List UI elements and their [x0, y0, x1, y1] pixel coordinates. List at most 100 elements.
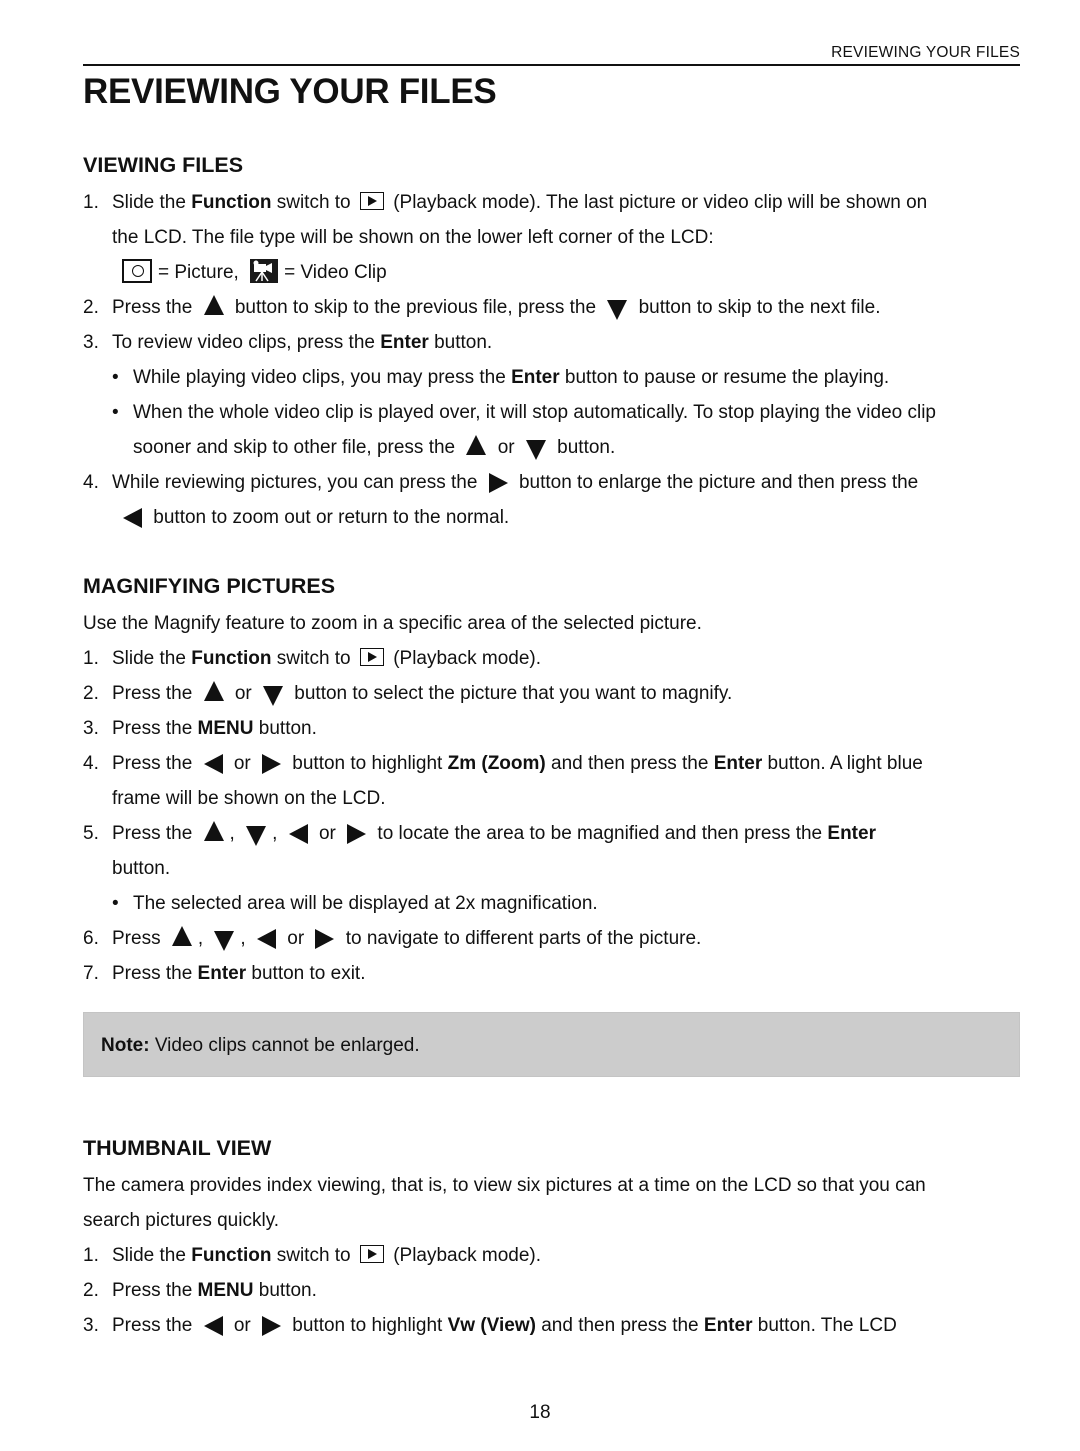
down-arrow-icon — [607, 299, 628, 320]
text: to navigate to different parts of the pi… — [345, 928, 702, 949]
step-number: 4. — [83, 753, 99, 774]
left-arrow-icon — [288, 823, 308, 844]
left-arrow-icon — [203, 1315, 223, 1336]
up-arrow-icon — [171, 925, 192, 946]
viewing-bullet-2: • When the whole video clip is played ove… — [83, 395, 936, 430]
bullet-dot: • — [112, 893, 119, 914]
magnifying-step-4: 4. Press the or button to highlight Zm (Z… — [83, 746, 923, 781]
bold-text: Enter — [511, 367, 560, 388]
thumbnail-intro-line-1: The camera provides index viewing, that … — [83, 1175, 926, 1196]
magnifying-step-4-cont: frame will be shown on the LCD. — [112, 788, 386, 809]
bold-text: Function — [191, 648, 272, 669]
viewing-step-2: 2. Press the button to skip to the previo… — [83, 290, 880, 325]
up-arrow-icon — [203, 294, 224, 315]
text: Press the — [112, 718, 198, 739]
bold-text: Function — [191, 1245, 272, 1266]
thumbnail-step-2: 2. Press the MENU button. — [83, 1273, 317, 1308]
down-arrow-icon — [214, 930, 235, 951]
down-arrow-icon — [525, 439, 546, 460]
magnifying-step-6: 6. Press , , or to navigate to different … — [83, 921, 701, 956]
step-number: 1. — [83, 192, 99, 213]
thumbnail-intro-line-2: search pictures quickly. — [83, 1210, 280, 1231]
text: or — [287, 928, 305, 949]
down-arrow-icon — [246, 825, 267, 846]
text: or — [233, 1315, 251, 1336]
magnifying-step-5-cont: button. — [112, 858, 171, 879]
text: sooner and skip to other file, press the — [133, 437, 456, 458]
playback-mode-icon — [359, 191, 384, 210]
section-title-thumbnail-view: THUMBNAIL VIEW — [83, 1136, 272, 1160]
step-number: 5. — [83, 823, 99, 844]
step-number: 1. — [83, 1245, 99, 1266]
text: button. — [428, 332, 493, 353]
note-text: Note: Video clips cannot be enlarged. — [101, 1013, 420, 1078]
thumbnail-step-1: 1. Slide the Function switch to (Playback… — [83, 1238, 541, 1273]
right-arrow-icon — [262, 753, 282, 774]
magnifying-step-3: 3. Press the MENU button. — [83, 711, 317, 746]
up-arrow-icon — [203, 680, 224, 701]
text: button to select the picture that you wa… — [294, 683, 733, 704]
text: Press the — [112, 963, 198, 984]
text: Press — [112, 928, 161, 949]
step-number: 4. — [83, 472, 99, 493]
text: switch to — [271, 192, 356, 213]
text: (Playback mode). — [387, 1245, 542, 1266]
right-arrow-icon — [315, 928, 335, 949]
viewing-step-1: 1. Slide the Function switch to (Playback… — [83, 185, 927, 220]
bold-text: Function — [191, 192, 272, 213]
bold-text: Enter — [713, 753, 763, 774]
magnifying-intro: Use the Magnify feature to zoom in a spe… — [83, 613, 702, 634]
text: , — [197, 928, 204, 949]
down-arrow-icon — [263, 685, 284, 706]
text: , — [229, 823, 235, 844]
right-arrow-icon — [262, 1315, 282, 1336]
text: Press the — [112, 683, 193, 704]
text: button. — [253, 718, 317, 739]
file-type-legend: = Picture, = Video Clip — [83, 255, 387, 290]
right-arrow-icon — [488, 472, 508, 493]
magnifying-step-1: 1. Slide the Function switch to (Playback… — [83, 641, 541, 676]
text: , — [240, 928, 246, 949]
page-title: REVIEWING YOUR FILES — [83, 72, 497, 111]
step-number: 2. — [83, 1280, 99, 1301]
note-body: Video clips cannot be enlarged. — [149, 1035, 420, 1056]
bold-text: MENU — [197, 718, 254, 739]
text: button to highlight — [292, 1315, 448, 1336]
bold-text: Enter — [197, 963, 247, 984]
step-number: 3. — [83, 718, 99, 739]
text: When the whole video clip is played over… — [133, 402, 937, 423]
text: Slide the — [112, 192, 192, 213]
text: The selected area will be displayed at 2… — [133, 893, 598, 914]
magnifying-bullet-1: • The selected area will be displayed at … — [83, 886, 598, 921]
note-label: Note: — [101, 1035, 150, 1056]
viewing-step-4-cont: button to zoom out or return to the norm… — [83, 500, 509, 535]
text: button to pause or resume the playing. — [559, 367, 890, 388]
text: Press the — [112, 1315, 193, 1336]
left-arrow-icon — [123, 507, 142, 528]
text: (Playback mode). — [387, 648, 542, 669]
text: switch to — [271, 1245, 356, 1266]
bullet-dot: • — [112, 367, 119, 388]
text: or — [497, 437, 515, 458]
legend-video-label: = Video Clip — [284, 262, 387, 283]
text: button. The LCD — [752, 1315, 897, 1336]
step-number: 6. — [83, 928, 99, 949]
left-arrow-icon — [203, 753, 223, 774]
magnifying-step-5: 5. Press the , , or to locate the area to… — [83, 816, 876, 851]
viewing-bullet-1: • While playing video clips, you may pres… — [83, 360, 889, 395]
magnifying-step-7: 7. Press the Enter button to exit. — [83, 956, 365, 991]
text: Slide the — [112, 1245, 192, 1266]
text: button. A light blue — [762, 753, 923, 774]
section-title-viewing-files: VIEWING FILES — [83, 153, 244, 177]
text: or — [233, 753, 251, 774]
step-number: 1. — [83, 648, 99, 669]
text: , — [272, 823, 278, 844]
viewing-step-4: 4. While reviewing pictures, you can pres… — [83, 465, 918, 500]
text: button to exit. — [246, 963, 366, 984]
step-number: 3. — [83, 332, 99, 353]
playback-mode-icon — [359, 1244, 384, 1263]
text: To review video clips, press the — [112, 332, 381, 353]
step-number: 2. — [83, 297, 99, 318]
text: or — [234, 683, 252, 704]
bold-text: Enter — [827, 823, 876, 844]
